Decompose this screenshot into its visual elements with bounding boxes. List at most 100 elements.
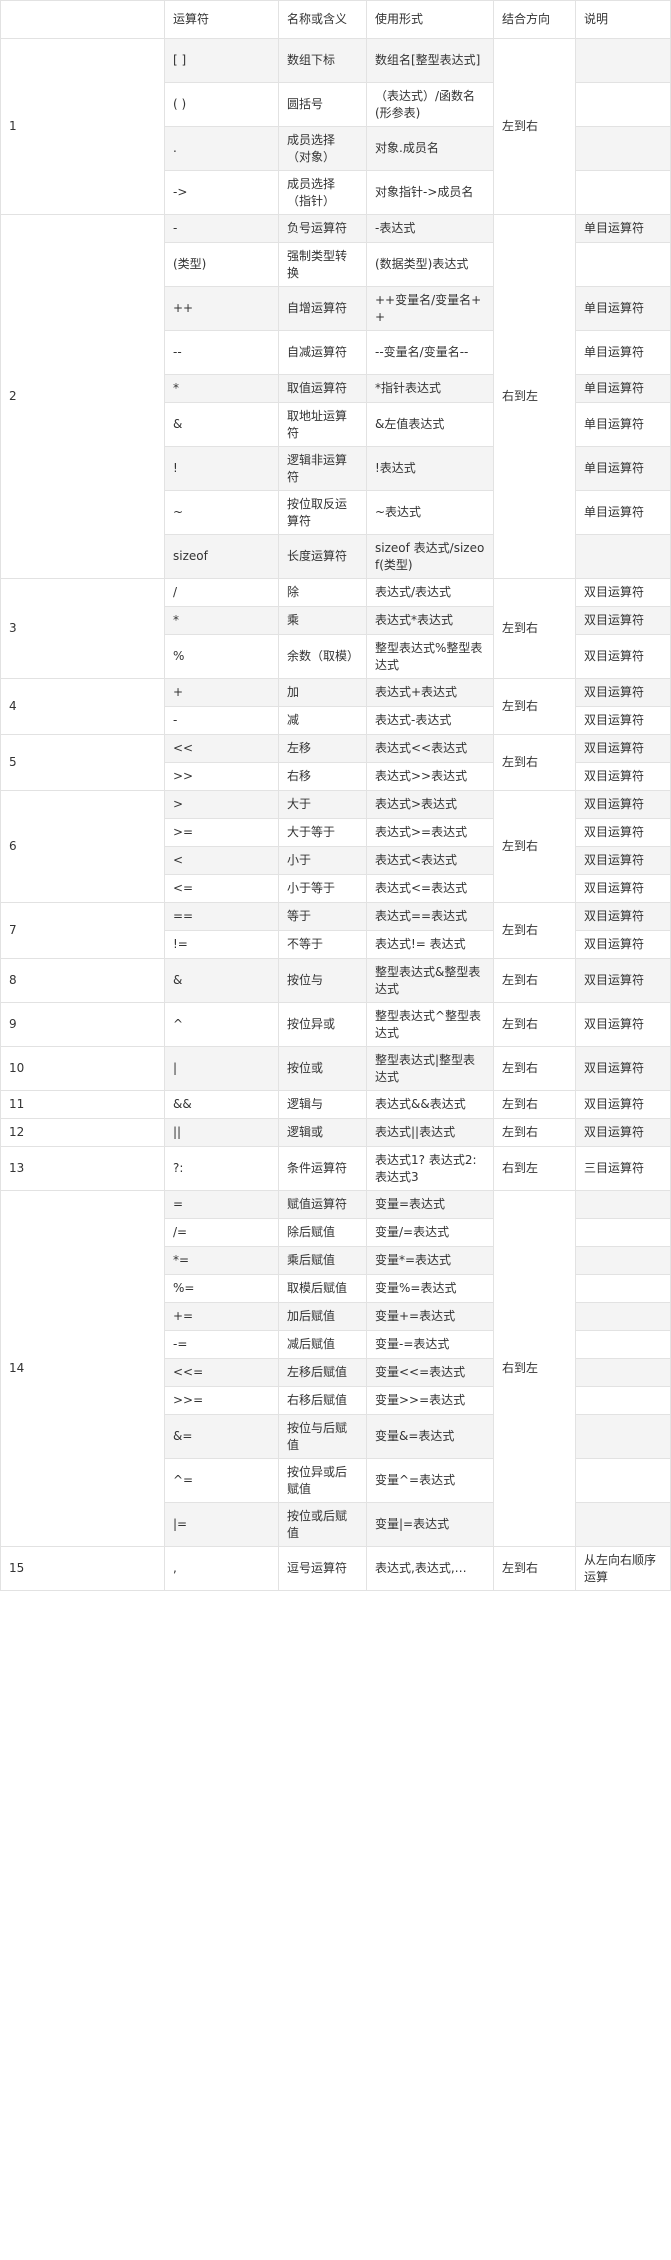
name-cell: 长度运算符 [278, 534, 367, 579]
usage-cell: *指针表达式 [366, 374, 494, 403]
usage-cell: 变量/=表达式 [366, 1218, 494, 1247]
table-row: 2- 负号运算符 -表达式 右到左 单目运算符 [0, 214, 671, 579]
name-cell: 取值运算符 [278, 374, 367, 403]
operator-cell: ! [164, 446, 279, 491]
level-cell: 4 [0, 678, 165, 735]
operator-cell: (类型) [164, 242, 279, 287]
usage-cell: （表达式）/函数名(形参表) [366, 82, 494, 127]
note-cell: 双目运算符 [575, 930, 671, 959]
operator-cell: ?: [164, 1146, 279, 1191]
name-cell: 加 [278, 678, 367, 707]
note-cell: 双目运算符 [575, 678, 671, 707]
associativity-cell: 左到右 [493, 678, 576, 735]
note-cell: 双目运算符 [575, 578, 671, 607]
level-cell: 6 [0, 790, 165, 903]
name-cell: 右移 [278, 762, 367, 791]
header-associativity: 结合方向 [493, 0, 576, 39]
operator-cell: > [164, 790, 279, 819]
operator-cell: >>= [164, 1386, 279, 1415]
note-cell: 双目运算符 [575, 874, 671, 903]
name-cell: 逻辑与 [278, 1090, 367, 1119]
table-row: 12 || 逻辑或 表达式||表达式 左到右 双目运算符 [0, 1118, 671, 1147]
name-cell: 负号运算符 [278, 214, 367, 243]
usage-cell: 表达式/表达式 [366, 578, 494, 607]
name-cell: 逗号运算符 [278, 1546, 367, 1591]
associativity-cell: 右到左 [493, 214, 576, 579]
operator-cell: * [164, 374, 279, 403]
note-cell: 双目运算符 [575, 958, 671, 1003]
operator-cell: & [164, 958, 279, 1003]
note-cell [575, 170, 671, 215]
usage-cell: 表达式<=表达式 [366, 874, 494, 903]
name-cell: 乘 [278, 606, 367, 635]
usage-cell: 表达式*表达式 [366, 606, 494, 635]
table-row: 4 + 加表达式+表达式 左到右 双目运算符 [0, 678, 671, 735]
note-cell: 单目运算符 [575, 446, 671, 491]
note-cell [575, 1458, 671, 1503]
operator-cell: /= [164, 1218, 279, 1247]
usage-cell: -表达式 [366, 214, 494, 243]
usage-cell: 对象.成员名 [366, 126, 494, 171]
note-cell [575, 1386, 671, 1415]
note-cell: 双目运算符 [575, 1118, 671, 1147]
level-cell: 7 [0, 902, 165, 959]
table-body: 1[ ] 数组下标 数组名[整型表达式] 左到右( ) 圆括号 （表达式）/函数名(形参表… [0, 38, 671, 1591]
operator-cell: ^= [164, 1458, 279, 1503]
associativity-cell: 左到右 [493, 958, 576, 1003]
table-header: 运算符 名称或含义 使用形式 结合方向 说明 [0, 0, 671, 39]
level-cell: 12 [0, 1118, 165, 1147]
associativity-cell: 左到右 [493, 902, 576, 959]
name-cell: 减 [278, 706, 367, 735]
note-cell [575, 1502, 671, 1547]
usage-cell: 变量=表达式 [366, 1190, 494, 1219]
usage-cell: 表达式-表达式 [366, 706, 494, 735]
usage-cell: 表达式<<表达式 [366, 734, 494, 763]
table-row: 7 == 等于 表达式==表达式 左到右 双目运算符 [0, 902, 671, 959]
associativity-cell: 左到右 [493, 1118, 576, 1147]
usage-cell: !表达式 [366, 446, 494, 491]
name-cell: 小于 [278, 846, 367, 875]
name-cell: 不等于 [278, 930, 367, 959]
usage-cell: 变量|=表达式 [366, 1502, 494, 1547]
operator-cell: ++ [164, 286, 279, 331]
operator-cell: || [164, 1118, 279, 1147]
usage-cell: 表达式<表达式 [366, 846, 494, 875]
usage-cell: 整型表达式^整型表达式 [366, 1002, 494, 1047]
name-cell: 自减运算符 [278, 330, 367, 375]
note-cell: 双目运算符 [575, 1002, 671, 1047]
name-cell: 按位取反运算符 [278, 490, 367, 535]
name-cell: 等于 [278, 902, 367, 931]
usage-cell: ++变量名/变量名++ [366, 286, 494, 331]
usage-cell: 表达式||表达式 [366, 1118, 494, 1147]
operator-cell: &= [164, 1414, 279, 1459]
operator-cell: >= [164, 818, 279, 847]
note-cell [575, 534, 671, 579]
note-cell: 双目运算符 [575, 606, 671, 635]
usage-cell: 表达式==表达式 [366, 902, 494, 931]
level-cell: 3 [0, 578, 165, 679]
associativity-cell: 左到右 [493, 578, 576, 679]
note-cell: 单目运算符 [575, 374, 671, 403]
note-cell: 双目运算符 [575, 902, 671, 931]
table-row: 11 && 逻辑与 表达式&&表达式 左到右 双目运算符 [0, 1090, 671, 1119]
usage-cell: 表达式!= 表达式 [366, 930, 494, 959]
usage-cell: 表达式1? 表达式2: 表达式3 [366, 1146, 494, 1191]
level-cell: 15 [0, 1546, 165, 1591]
usage-cell: 表达式+表达式 [366, 678, 494, 707]
operator-cell: [ ] [164, 38, 279, 83]
note-cell: 双目运算符 [575, 846, 671, 875]
operator-cell: += [164, 1302, 279, 1331]
operator-cell: == [164, 902, 279, 931]
note-cell: 单目运算符 [575, 402, 671, 447]
operator-cell: = [164, 1190, 279, 1219]
operator-cell: ^ [164, 1002, 279, 1047]
name-cell: 强制类型转换 [278, 242, 367, 287]
name-cell: 减后赋值 [278, 1330, 367, 1359]
level-cell: 13 [0, 1146, 165, 1191]
name-cell: 按位与后赋值 [278, 1414, 367, 1459]
name-cell: 左移后赋值 [278, 1358, 367, 1387]
name-cell: 按位异或后赋值 [278, 1458, 367, 1503]
header-operator: 运算符 [164, 0, 279, 39]
operator-cell: %= [164, 1274, 279, 1303]
name-cell: 成员选择（对象） [278, 126, 367, 171]
